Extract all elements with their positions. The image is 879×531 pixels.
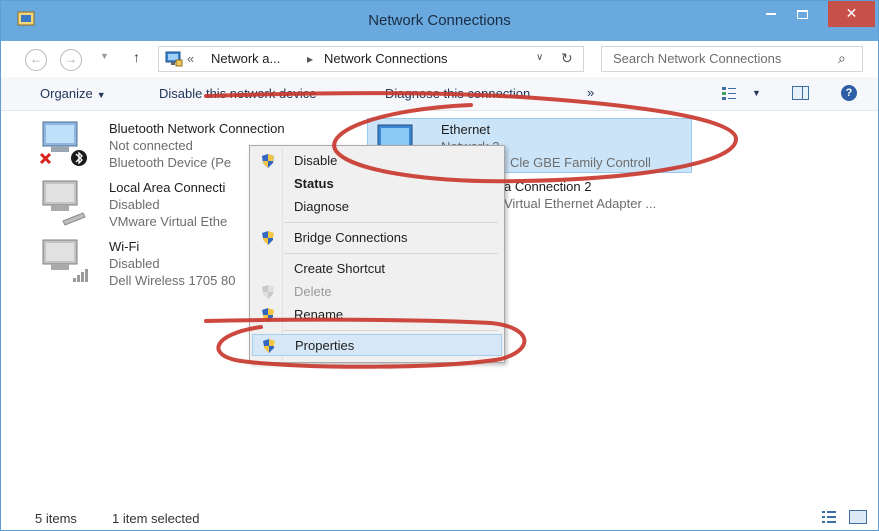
large-icons-view-icon[interactable] — [849, 510, 867, 524]
minimize-icon — [766, 13, 776, 16]
search-box[interactable]: Search Network Connections ⌕ — [601, 46, 863, 72]
preview-pane-icon[interactable] — [792, 86, 809, 100]
menu-label: Disable — [294, 153, 338, 168]
menu-item-rename[interactable]: Rename — [252, 304, 502, 326]
uac-shield-disabled-icon — [262, 285, 274, 299]
change-view-icon[interactable] — [721, 85, 737, 101]
connection-device: Cle GBE Family Controll — [510, 155, 651, 170]
menu-separator — [284, 222, 498, 223]
explorer-window: Network Connections ✕ ← → ▼ ↑ « Network … — [0, 0, 879, 531]
close-icon: ✕ — [845, 5, 858, 21]
menu-label: Status — [294, 176, 334, 191]
connection-name: a Connection 2 — [504, 179, 592, 194]
breadcrumb-network-connections[interactable]: Network Connections — [324, 51, 448, 66]
network-adapter-disconnected-icon — [39, 121, 87, 166]
menu-label: Create Shortcut — [294, 261, 386, 276]
menu-label: Bridge Connections — [294, 230, 408, 245]
details-view-icon[interactable] — [821, 510, 837, 524]
connection-device: Dell Wireless 1705 80 — [109, 273, 236, 288]
list-item-wifi[interactable]: Wi-Fi Disabled Dell Wireless 1705 80 — [39, 236, 254, 290]
network-adapter-disabled-icon — [42, 180, 86, 226]
command-bar: Organize ▼ Disable this network device Di… — [1, 77, 878, 111]
menu-label: Rename — [294, 307, 344, 322]
diagnose-connection-button[interactable]: Diagnose this connection — [385, 86, 530, 101]
arrow-up-icon: ↑ — [133, 49, 140, 65]
breadcrumb-network[interactable]: Network a... — [211, 51, 280, 66]
menu-label: Diagnose — [294, 199, 349, 214]
wireless-adapter-disabled-icon — [42, 239, 88, 282]
connection-status: Disabled — [109, 197, 160, 212]
address-dropdown-icon[interactable]: ∨ — [536, 52, 543, 63]
forward-button[interactable]: → — [60, 49, 82, 71]
arrow-right-icon: → — [65, 52, 77, 66]
uac-shield-icon — [263, 339, 275, 353]
menu-item-status[interactable]: Status — [252, 173, 502, 195]
back-button[interactable]: ← — [25, 49, 47, 71]
menu-item-properties[interactable]: Properties — [252, 334, 502, 356]
connection-device: Virtual Ethernet Adapter ... — [504, 196, 657, 211]
selection-count: 1 item selected — [112, 511, 200, 526]
address-row: ← → ▼ ↑ « Network a... ▸ Network Connect… — [1, 41, 878, 77]
up-button[interactable]: ↑ — [133, 49, 140, 65]
context-menu: Disable Status Diagnose Bridge Connectio… — [249, 145, 505, 363]
minimize-button[interactable] — [758, 1, 784, 27]
disable-device-button[interactable]: Disable this network device — [159, 86, 317, 101]
recent-locations-button[interactable]: ▼ — [100, 51, 109, 61]
close-button[interactable]: ✕ — [828, 1, 875, 27]
status-bar: 5 items 1 item selected — [1, 504, 878, 530]
connection-status: Disabled — [109, 256, 160, 271]
search-icon[interactable]: ⌕ — [838, 50, 846, 67]
maximize-button[interactable] — [789, 1, 815, 27]
organize-button[interactable]: Organize ▼ — [40, 86, 106, 101]
list-item-local-area[interactable]: Local Area Connecti Disabled VMware Virt… — [39, 177, 254, 231]
uac-shield-icon — [262, 308, 274, 322]
title-bar[interactable]: Network Connections ✕ — [1, 1, 878, 41]
menu-label: Properties — [295, 338, 355, 353]
menu-item-disable[interactable]: Disable — [252, 150, 502, 172]
network-connections-icon — [165, 51, 183, 67]
connection-device: VMware Virtual Ethe — [109, 214, 228, 229]
chevron-down-icon: ▼ — [100, 51, 109, 61]
list-item-local-area-2[interactable]: a Connection 2 Virtual Ethernet Adapter … — [504, 178, 694, 232]
address-overflow[interactable]: « — [187, 51, 194, 66]
menu-item-delete: Delete — [252, 281, 502, 303]
organize-label: Organize — [40, 86, 93, 101]
window-title: Network Connections — [368, 12, 511, 29]
menu-item-diagnose[interactable]: Diagnose — [252, 196, 502, 218]
maximize-icon — [796, 9, 808, 19]
chevron-down-icon: ▼ — [96, 90, 106, 100]
menu-item-create-shortcut[interactable]: Create Shortcut — [252, 258, 502, 280]
refresh-icon[interactable]: ↻ — [561, 50, 573, 67]
connection-name: Wi-Fi — [109, 239, 140, 254]
item-count: 5 items — [35, 511, 77, 526]
arrow-left-icon: ← — [30, 52, 42, 66]
breadcrumb-chevron-icon[interactable]: ▸ — [307, 52, 313, 66]
menu-separator — [284, 253, 498, 254]
connection-name: Local Area Connecti — [109, 180, 226, 195]
connection-name: Ethernet — [441, 122, 491, 137]
address-bar[interactable]: « Network a... ▸ Network Connections ∨ ↻ — [158, 46, 584, 72]
help-icon[interactable]: ? — [841, 85, 857, 101]
menu-label: Delete — [294, 284, 332, 299]
more-commands-button[interactable]: » — [587, 85, 594, 100]
view-options-dropdown-icon[interactable]: ▼ — [752, 88, 761, 98]
menu-separator — [284, 330, 498, 331]
uac-shield-icon — [262, 231, 274, 245]
uac-shield-icon — [262, 154, 274, 168]
menu-item-bridge[interactable]: Bridge Connections — [252, 227, 502, 249]
search-input[interactable]: Search Network Connections — [613, 51, 781, 66]
connection-name: Bluetooth Network Connection — [109, 121, 285, 136]
